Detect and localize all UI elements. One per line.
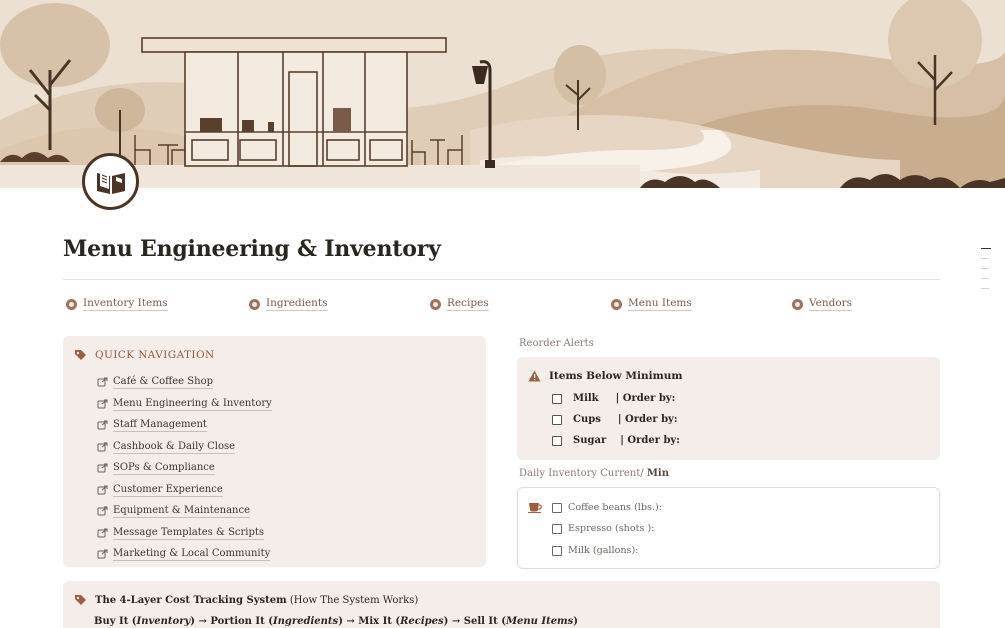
tag-icon bbox=[75, 350, 86, 360]
daily-inventory-label: Daily Inventory Current/ Min bbox=[519, 468, 669, 479]
reorder-item-sugar: Sugar | Order by: bbox=[552, 435, 680, 446]
nav-item-sops-compliance[interactable]: SOPs & Compliance bbox=[97, 458, 272, 480]
cover-image bbox=[0, 0, 1005, 188]
nav-item-cashbook[interactable]: Cashbook & Daily Close bbox=[97, 437, 272, 459]
reorder-heading: Items Below Minimum bbox=[549, 370, 683, 382]
reorder-alerts-callout: Items Below Minimum Milk | Order by: Cup… bbox=[517, 357, 940, 460]
open-book-icon bbox=[96, 170, 125, 194]
link-recipes[interactable]: Recipes bbox=[430, 297, 489, 311]
daily-inventory-callout: Coffee beans (lbs.): Espresso (shots ): … bbox=[517, 487, 940, 569]
cost-tracking-callout: The 4-Layer Cost Tracking System (How Th… bbox=[63, 581, 940, 628]
page-link-icon bbox=[97, 420, 108, 430]
reorder-item-cups: Cups | Order by: bbox=[552, 414, 678, 425]
nav-item-customer-experience[interactable]: Customer Experience bbox=[97, 480, 272, 502]
nav-item-message-templates[interactable]: Message Templates & Scripts bbox=[97, 523, 272, 545]
nav-item-cafe-coffee-shop[interactable]: Café & Coffee Shop bbox=[97, 372, 272, 394]
checkbox[interactable] bbox=[552, 393, 562, 404]
database-links: Inventory Items Ingredients Recipes Menu… bbox=[66, 297, 926, 313]
page-link-icon bbox=[97, 377, 108, 387]
reorder-alerts-label: Reorder Alerts bbox=[519, 338, 594, 349]
link-inventory-items[interactable]: Inventory Items bbox=[66, 297, 168, 311]
page-link-icon bbox=[97, 463, 108, 473]
quick-navigation-callout: QUICK NAVIGATION Café & Coffee Shop Menu… bbox=[63, 336, 486, 567]
quick-navigation-heading: QUICK NAVIGATION bbox=[95, 349, 215, 361]
title-divider bbox=[63, 279, 940, 280]
warning-icon bbox=[528, 370, 541, 382]
nav-item-staff-management[interactable]: Staff Management bbox=[97, 415, 272, 437]
page-link-icon bbox=[97, 549, 108, 559]
cost-system-heading: The 4-Layer Cost Tracking System bbox=[95, 594, 287, 606]
circle-link-icon bbox=[792, 298, 803, 310]
table-of-contents-indicator[interactable] bbox=[981, 248, 991, 298]
reorder-item-milk: Milk | Order by: bbox=[552, 393, 675, 404]
page-link-icon bbox=[97, 528, 108, 538]
page-link-icon bbox=[97, 506, 108, 516]
cost-system-flow: Buy It (Inventory) → Portion It (Ingredi… bbox=[94, 616, 578, 627]
page-icon[interactable] bbox=[82, 153, 139, 210]
nav-item-equipment-maintenance[interactable]: Equipment & Maintenance bbox=[97, 501, 272, 523]
page-link-icon bbox=[97, 399, 108, 409]
nav-item-menu-engineering[interactable]: Menu Engineering & Inventory bbox=[97, 394, 272, 416]
checkbox[interactable] bbox=[552, 414, 562, 425]
circle-link-icon bbox=[611, 298, 622, 310]
quick-navigation-list: Café & Coffee Shop Menu Engineering & In… bbox=[97, 372, 272, 566]
link-menu-items[interactable]: Menu Items bbox=[611, 297, 692, 311]
daily-item-coffee-beans: Coffee beans (lbs.): bbox=[552, 502, 662, 513]
page-link-icon bbox=[97, 485, 108, 495]
coffee-cup-icon bbox=[528, 503, 542, 513]
page-title: Menu Engineering & Inventory bbox=[63, 236, 441, 262]
daily-item-milk: Milk (gallons): bbox=[552, 545, 638, 556]
circle-link-icon bbox=[249, 298, 260, 310]
checkbox[interactable] bbox=[552, 502, 562, 513]
daily-item-espresso: Espresso (shots ): bbox=[552, 523, 654, 534]
circle-link-icon bbox=[66, 298, 77, 310]
circle-link-icon bbox=[430, 298, 441, 310]
checkbox[interactable] bbox=[552, 523, 562, 534]
link-vendors[interactable]: Vendors bbox=[792, 297, 853, 311]
nav-item-marketing[interactable]: Marketing & Local Community bbox=[97, 544, 272, 566]
tag-icon bbox=[75, 595, 86, 605]
checkbox[interactable] bbox=[552, 435, 562, 446]
link-ingredients[interactable]: Ingredients bbox=[249, 297, 328, 311]
page-link-icon bbox=[97, 442, 108, 452]
checkbox[interactable] bbox=[552, 545, 562, 556]
